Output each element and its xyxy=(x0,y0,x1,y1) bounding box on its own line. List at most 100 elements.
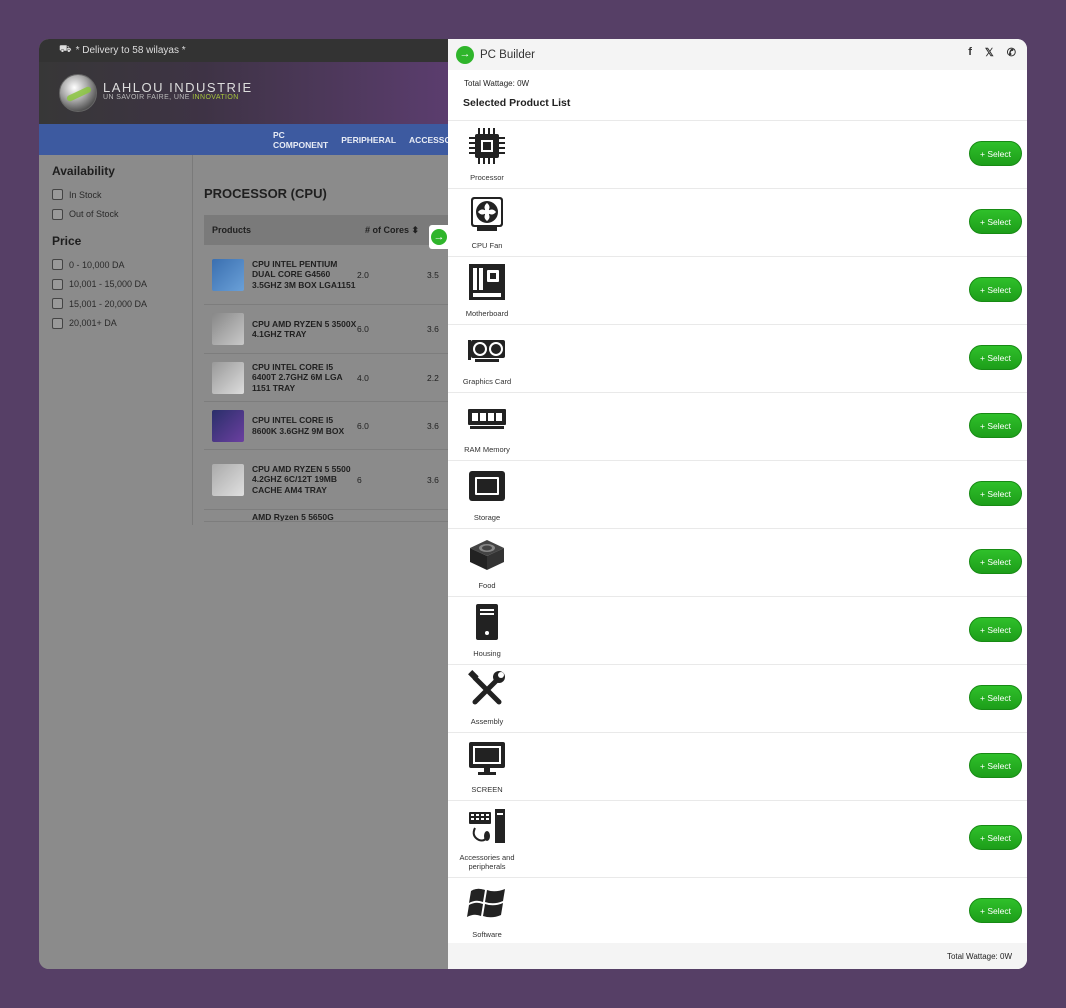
arrow-right-icon[interactable]: → xyxy=(431,229,447,245)
logo-name[interactable]: LAHLOU INDUSTRIE xyxy=(103,80,253,95)
site-header: LAHLOU INDUSTRIE UN SAVOIR FAIRE, UNE IN… xyxy=(39,62,448,124)
checkbox[interactable] xyxy=(52,278,63,290)
sort-icon[interactable]: ⬍ xyxy=(412,225,420,235)
nav-item-accessories[interactable]: ACCESSO xyxy=(409,135,448,145)
product-name[interactable]: CPU INTEL CORE I5 6400T 2.7GHZ 6M LGA 11… xyxy=(252,362,357,393)
nav-item-peripheral[interactable]: PERIPHERAL xyxy=(341,135,396,145)
filter-out-of-stock[interactable]: Out of Stock xyxy=(52,205,192,225)
product-name[interactable]: CPU AMD RYZEN 5 5500 4.2GHZ 6C/12T 19MB … xyxy=(252,464,357,495)
logo-icon[interactable] xyxy=(59,74,97,112)
select-screen-button[interactable]: + Select xyxy=(969,753,1022,778)
freq-value: 3.6 xyxy=(427,420,439,431)
builder-item-assembly: Assembly + Select xyxy=(448,664,1027,732)
product-name[interactable]: CPU INTEL PENTIUM DUAL CORE G4560 3.5GHZ… xyxy=(252,259,357,290)
builder-item-screen: SCREEN + Select xyxy=(448,732,1027,800)
item-label: CPU Fan xyxy=(471,241,503,250)
filter-price-4[interactable]: 20,001+ DA xyxy=(52,314,192,334)
select-storage-button[interactable]: + Select xyxy=(969,481,1022,506)
builder-item-motherboard: Motherboard + Select xyxy=(448,256,1027,324)
windows-icon xyxy=(466,882,508,924)
case-icon xyxy=(466,601,508,643)
select-housing-button[interactable]: + Select xyxy=(969,617,1022,642)
filter-in-stock[interactable]: In Stock xyxy=(52,185,192,205)
table-row[interactable]: CPU INTEL CORE I5 8600K 3.6GHZ 9M BOX 6.… xyxy=(204,402,448,450)
checkbox[interactable] xyxy=(52,298,63,310)
close-panel-arrow-icon[interactable]: → xyxy=(456,45,474,64)
item-label: Motherboard xyxy=(465,309,509,318)
item-label: Food xyxy=(478,581,496,590)
builder-item-food: Food + Select xyxy=(448,528,1027,596)
x-twitter-icon[interactable]: 𝕏 xyxy=(985,46,994,59)
builder-item-cpu-fan: CPU Fan + Select xyxy=(448,188,1027,256)
item-label: RAM Memory xyxy=(464,445,510,454)
builder-item-storage: Storage + Select xyxy=(448,460,1027,528)
product-thumbnail[interactable] xyxy=(212,463,244,496)
select-software-button[interactable]: + Select xyxy=(969,898,1022,923)
select-assembly-button[interactable]: + Select xyxy=(969,685,1022,710)
product-name[interactable]: AMD Ryzen 5 5650G xyxy=(252,512,357,521)
motherboard-icon xyxy=(466,261,508,303)
checkbox[interactable] xyxy=(52,208,63,220)
builder-item-software: Software + Select xyxy=(448,877,1027,945)
product-name[interactable]: CPU INTEL CORE I5 8600K 3.6GHZ 9M BOX xyxy=(252,415,357,436)
gpu-icon xyxy=(466,329,508,371)
panel-header: → PC Builder f 𝕏 ✆ xyxy=(448,39,1027,70)
table-row[interactable]: CPU INTEL CORE I5 6400T 2.7GHZ 6M LGA 11… xyxy=(204,354,448,402)
product-thumbnail[interactable] xyxy=(212,258,244,291)
table-header: Products # of Cores ⬍ xyxy=(204,215,448,245)
product-thumbnail[interactable] xyxy=(212,313,244,345)
share-links: f 𝕏 ✆ xyxy=(968,46,1016,59)
price-title: Price xyxy=(52,234,82,248)
select-food-button[interactable]: + Select xyxy=(969,549,1022,574)
product-thumbnail[interactable] xyxy=(212,361,244,394)
selected-list-title: Selected Product List xyxy=(463,97,571,109)
nav-item-pc-component[interactable]: PC COMPONENT xyxy=(273,130,328,150)
truck-icon: ⛟ xyxy=(59,44,72,55)
whatsapp-icon[interactable]: ✆ xyxy=(1007,46,1016,59)
builder-item-housing: Housing + Select xyxy=(448,596,1027,664)
checkbox[interactable] xyxy=(52,189,63,201)
select-graphics-card-button[interactable]: + Select xyxy=(969,345,1022,370)
column-cores[interactable]: # of Cores ⬍ xyxy=(365,225,435,236)
filter-price-2[interactable]: 10,001 - 15,000 DA xyxy=(52,275,192,295)
filter-price-1[interactable]: 0 - 10,000 DA xyxy=(52,255,192,275)
monitor-icon xyxy=(466,737,508,779)
item-label: SCREEN xyxy=(471,785,503,794)
product-thumbnail[interactable] xyxy=(212,409,244,442)
item-label: Accessories and peripherals xyxy=(459,853,515,871)
facebook-icon[interactable]: f xyxy=(968,46,972,59)
total-wattage-top: Total Wattage: 0W xyxy=(464,79,530,88)
checkbox[interactable] xyxy=(52,317,63,329)
ram-icon xyxy=(466,397,508,439)
cores-value: 4.0 xyxy=(357,372,369,383)
logo-tagline: UN SAVOIR FAIRE, UNE INNOVATION xyxy=(103,94,239,101)
product-name[interactable]: CPU AMD RYZEN 5 3500X 4.1GHZ TRAY xyxy=(252,319,357,340)
open-pc-builder-tab[interactable]: → xyxy=(429,225,448,249)
product-table: Products # of Cores ⬍ CPU INTEL PENTIUM … xyxy=(204,215,448,522)
browser-viewport: ⛟ * Delivery to 58 wilayas * LAHLOU INDU… xyxy=(39,39,1027,969)
table-row[interactable]: CPU AMD RYZEN 5 3500X 4.1GHZ TRAY 6.0 3.… xyxy=(204,305,448,354)
filter-price-3[interactable]: 15,001 - 20,000 DA xyxy=(52,294,192,314)
table-row[interactable]: CPU INTEL PENTIUM DUAL CORE G4560 3.5GHZ… xyxy=(204,245,448,305)
cores-value: 6.0 xyxy=(357,324,369,334)
fan-icon xyxy=(466,193,508,235)
table-row[interactable]: CPU AMD RYZEN 5 5500 4.2GHZ 6C/12T 19MB … xyxy=(204,450,448,510)
select-accessories-button[interactable]: + Select xyxy=(969,825,1022,850)
item-label: Software xyxy=(472,930,502,939)
freq-value: 3.6 xyxy=(427,474,439,485)
storage-icon xyxy=(466,465,508,507)
select-ram-button[interactable]: + Select xyxy=(969,413,1022,438)
cores-value: 6 xyxy=(357,474,362,485)
pc-builder-panel: → PC Builder f 𝕏 ✆ Total Wattage: 0W Sel… xyxy=(448,39,1027,969)
website-background: ⛟ * Delivery to 58 wilayas * LAHLOU INDU… xyxy=(39,39,448,969)
item-label: Assembly xyxy=(470,717,504,726)
select-processor-button[interactable]: + Select xyxy=(969,141,1022,166)
checkbox[interactable] xyxy=(52,259,63,271)
item-label: Graphics Card xyxy=(462,377,512,386)
select-cpu-fan-button[interactable]: + Select xyxy=(969,209,1022,234)
table-row[interactable]: AMD Ryzen 5 5650G xyxy=(204,510,448,522)
filter-sidebar: Availability In Stock Out of Stock Price… xyxy=(39,155,193,525)
column-products[interactable]: Products xyxy=(212,225,365,235)
cores-value: 2.0 xyxy=(357,269,369,280)
select-motherboard-button[interactable]: + Select xyxy=(969,277,1022,302)
